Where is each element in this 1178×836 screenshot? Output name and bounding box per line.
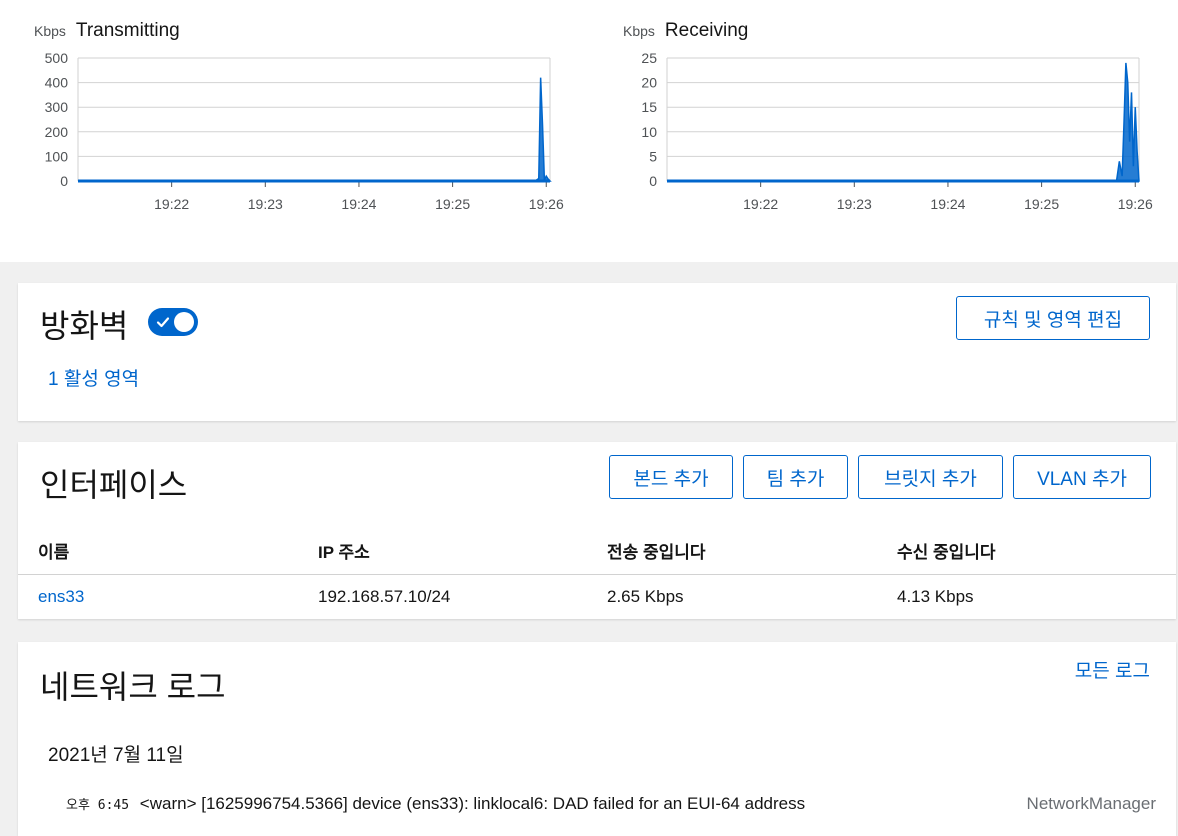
active-zones-link[interactable]: 1 활성 영역: [48, 364, 139, 391]
transmitting-plot: 500 400 300 200 100 0 19:22 19:23 19:24 19:25 19:2…: [45, 50, 564, 212]
network-log-card: 네트워크 로그 모든 로그 2021년 7월 11일 오후 6:45 <warn…: [18, 642, 1176, 836]
column-header-receiving[interactable]: 수신 중입니다: [897, 538, 996, 563]
x-tick-label: 19:24: [930, 196, 965, 212]
y-tick-label: 100: [45, 148, 69, 164]
edit-rules-zones-button[interactable]: 규칙 및 영역 편집: [956, 296, 1150, 340]
interfaces-title: 인터페이스: [40, 467, 188, 503]
firewall-card: 방화벽 1 활성 영역 규칙 및 영역 편집: [18, 283, 1176, 421]
column-header-name[interactable]: 이름: [38, 538, 69, 563]
interface-ip: 192.168.57.10/24: [318, 587, 451, 606]
y-tick-label: 25: [641, 50, 657, 66]
log-time: 오후 6:45: [66, 798, 130, 813]
y-tick-label: 0: [60, 173, 68, 189]
y-tick-label: 15: [641, 99, 657, 115]
interfaces-card: 인터페이스 본드 추가 팀 추가 브릿지 추가 VLAN 추가 이름 IP 주소…: [18, 442, 1176, 619]
y-tick-label: 20: [641, 75, 657, 91]
add-team-button[interactable]: 팀 추가: [743, 455, 848, 499]
interface-receiving: 4.13 Kbps: [897, 587, 974, 606]
add-bridge-button[interactable]: 브릿지 추가: [858, 455, 1003, 499]
interface-name-link[interactable]: ens33: [38, 587, 84, 607]
interfaces-table-header: 이름 IP 주소 전송 중입니다 수신 중입니다: [18, 538, 1176, 575]
x-tick-label: 19:22: [154, 196, 189, 212]
series-area: [78, 77, 552, 182]
log-entry[interactable]: 오후 6:45 <warn> [1625996754.5366] device …: [66, 794, 1166, 814]
x-tick-label: 19:23: [837, 196, 872, 212]
network-charts: Kbps Transmitting 500 400 300 200 100 0 19:22 1…: [0, 0, 1178, 262]
toggle-knob: [174, 312, 194, 332]
check-icon: [156, 317, 170, 328]
x-tick-label: 19:24: [341, 196, 376, 212]
y-tick-label: 200: [45, 124, 69, 140]
add-bond-button[interactable]: 본드 추가: [609, 455, 733, 499]
log-message: <warn> [1625996754.5366] device (ens33):…: [139, 794, 806, 813]
y-tick-label: 10: [641, 124, 657, 140]
y-tick-label: 500: [45, 50, 69, 66]
network-log-title: 네트워크 로그: [40, 669, 226, 705]
log-date: 2021년 7월 11일: [48, 745, 184, 766]
y-tick-label: 300: [45, 99, 69, 115]
x-tick-label: 19:26: [529, 196, 564, 212]
y-tick-label: 0: [649, 173, 657, 189]
interface-sending: 2.65 Kbps: [607, 587, 684, 606]
transmitting-chart: Kbps Transmitting 500 400 300 200 100 0 19:22 1…: [0, 0, 564, 262]
receiving-chart: Kbps Receiving 25 20 15 10 5 0 19:22 19:23 19:24…: [589, 0, 1153, 262]
receiving-plot: 25 20 15 10 5 0 19:22 19:23 19:24 19:25 19:26: [641, 50, 1153, 212]
firewall-toggle[interactable]: [148, 308, 198, 336]
x-tick-label: 19:22: [743, 196, 778, 212]
firewall-title: 방화벽: [40, 308, 129, 344]
log-source: NetworkManager: [1026, 794, 1156, 813]
y-tick-label: 400: [45, 75, 69, 91]
table-row[interactable]: ens33 192.168.57.10/24 2.65 Kbps 4.13 Kb…: [18, 575, 1176, 621]
series-area: [667, 62, 1140, 182]
add-vlan-button[interactable]: VLAN 추가: [1013, 455, 1151, 499]
x-tick-label: 19:25: [1024, 196, 1059, 212]
column-header-ip[interactable]: IP 주소: [318, 538, 370, 563]
x-tick-label: 19:23: [248, 196, 283, 212]
y-tick-label: 5: [649, 148, 657, 164]
x-tick-label: 19:25: [435, 196, 470, 212]
all-logs-link[interactable]: 모든 로그: [1075, 656, 1150, 683]
column-header-sending[interactable]: 전송 중입니다: [607, 538, 706, 563]
x-tick-label: 19:26: [1118, 196, 1153, 212]
